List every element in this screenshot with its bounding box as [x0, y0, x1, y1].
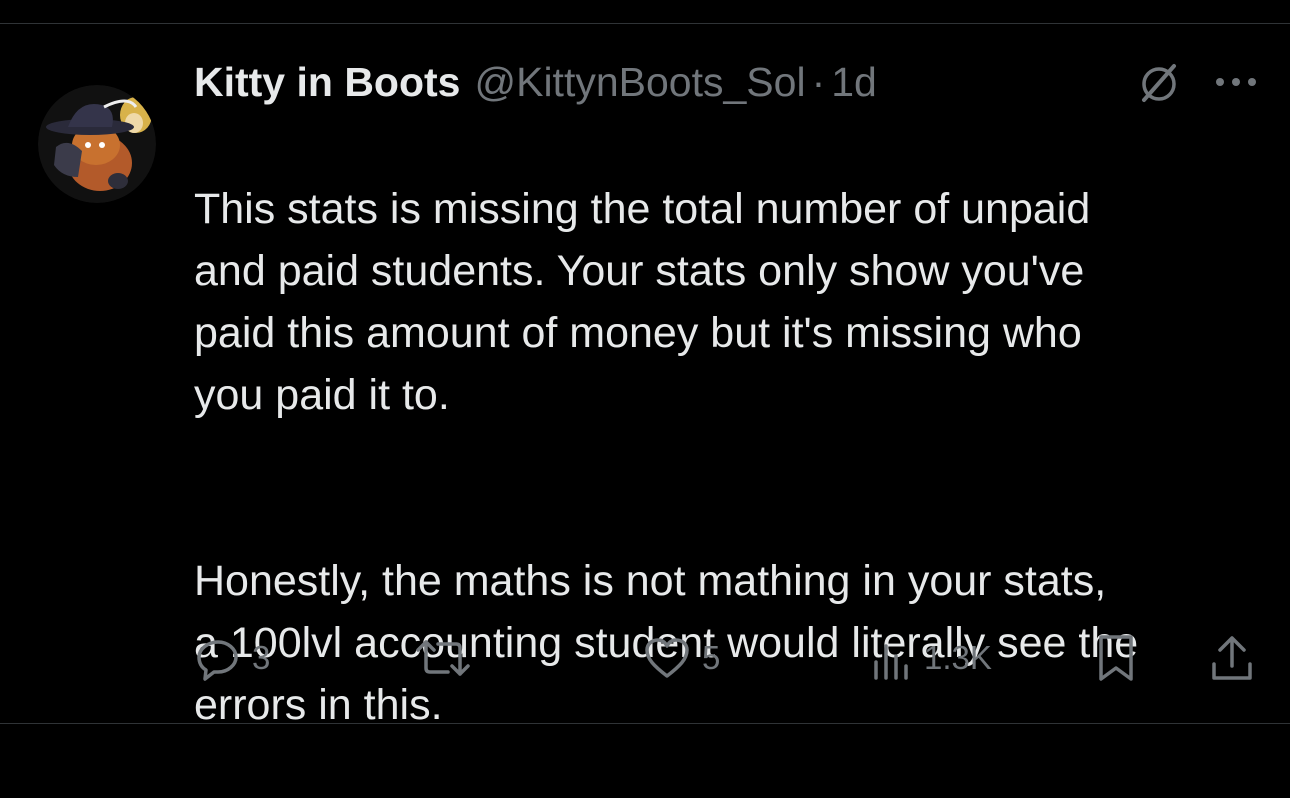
tweet-paragraph-1: This stats is missing the total number o… — [194, 185, 1091, 419]
author-display-name[interactable]: Kitty in Boots — [194, 56, 460, 108]
view-count: 1.3K — [924, 639, 992, 676]
bookmark-icon — [1099, 635, 1133, 681]
views-button[interactable]: 1.3K — [870, 630, 992, 686]
share-icon — [1212, 636, 1252, 680]
share-button[interactable] — [1208, 630, 1256, 686]
avatar[interactable] — [38, 85, 156, 203]
tweet-header: Kitty in Boots @KittynBoots_Sol · 1d — [194, 56, 877, 108]
more-icon[interactable] — [1212, 62, 1260, 102]
post-time[interactable]: 1d — [831, 56, 877, 108]
heart-icon — [645, 638, 689, 678]
top-divider — [0, 23, 1290, 24]
reply-count: 3 — [252, 639, 271, 676]
separator-dot: · — [811, 59, 826, 105]
views-icon — [874, 644, 908, 680]
retweet-button[interactable] — [414, 630, 482, 686]
reply-button[interactable]: 3 — [194, 630, 270, 686]
retweet-icon — [416, 640, 470, 676]
tweet-text: This stats is missing the total number o… — [194, 116, 1274, 798]
bottom-divider — [0, 723, 1290, 724]
avatar-image — [38, 85, 156, 203]
like-count: 5 — [702, 639, 721, 676]
grok-icon[interactable] — [1134, 58, 1184, 108]
bookmark-button[interactable] — [1094, 630, 1138, 686]
reply-icon — [197, 640, 238, 681]
like-button[interactable]: 5 — [642, 630, 720, 686]
author-handle[interactable]: @KittynBoots_Sol — [474, 56, 805, 108]
action-bar: 3 5 1.3K — [0, 630, 1290, 686]
